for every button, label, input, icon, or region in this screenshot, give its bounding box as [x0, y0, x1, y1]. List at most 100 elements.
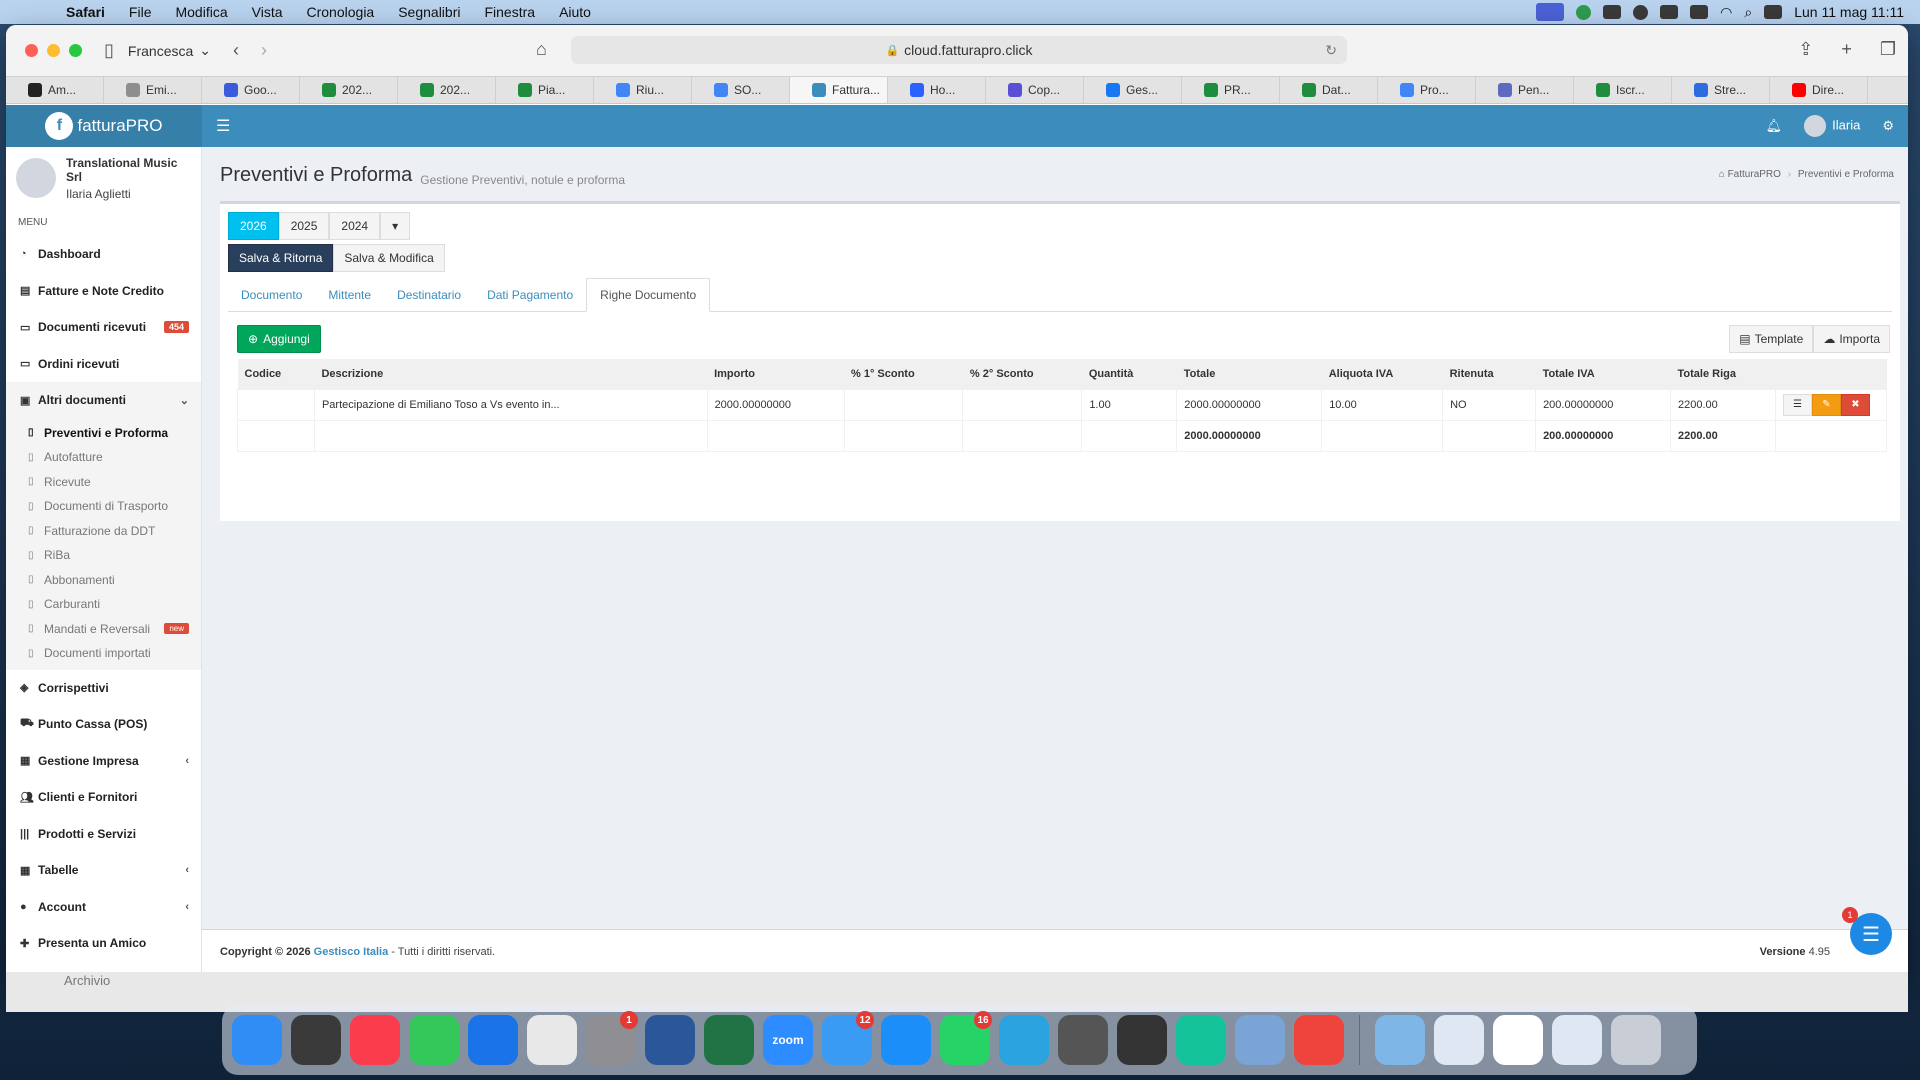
tab-mittente[interactable]: Mittente — [315, 278, 384, 311]
menu-vista[interactable]: Vista — [240, 4, 295, 20]
sidebar-item-presenta-un-amico[interactable]: ✚ Presenta un Amico — [6, 925, 201, 962]
gamepad-icon[interactable] — [1660, 5, 1679, 19]
message-icon[interactable] — [1603, 5, 1622, 19]
minimize-window-button[interactable] — [47, 44, 60, 57]
trash-icon[interactable] — [1611, 1015, 1661, 1065]
bell-icon[interactable]: 🔔︎ — [1766, 118, 1783, 134]
forward-button[interactable]: › — [261, 40, 267, 61]
browser-tab[interactable]: Ho... — [888, 77, 986, 103]
tab-overview-icon[interactable]: ❐ — [1880, 39, 1896, 60]
year-dropdown-button[interactable]: ▾ — [380, 212, 411, 240]
gears-icon[interactable]: ⚙ — [1882, 118, 1894, 134]
save-return-button[interactable]: Salva & Ritorna — [228, 244, 334, 272]
profile-selector[interactable]: Francesca ⌄ — [128, 42, 211, 59]
window2-icon[interactable] — [1493, 1015, 1543, 1065]
window1-icon[interactable] — [1434, 1015, 1484, 1065]
menu-cronologia[interactable]: Cronologia — [295, 4, 387, 20]
settings-icon[interactable]: 1 — [586, 1011, 638, 1065]
year-button-2024[interactable]: 2024 — [329, 212, 381, 240]
submenu-item[interactable]: ▯ RiBa — [6, 543, 201, 568]
browser-tab[interactable]: Dire... — [1770, 77, 1868, 103]
user-menu[interactable]: Ilaria — [1804, 115, 1860, 137]
sidebar-item-ordini-ricevuti[interactable]: ▭ Ordini ricevuti — [6, 346, 201, 383]
template-button[interactable]: ▤ Template — [1729, 325, 1814, 353]
menu-app-name[interactable]: Safari — [54, 4, 117, 20]
submenu-item[interactable]: ▯ Carburanti — [6, 592, 201, 617]
browser-tab[interactable]: Cop... — [986, 77, 1084, 103]
photobooth-icon[interactable] — [1117, 1015, 1167, 1065]
browser-tab[interactable]: 202... — [300, 77, 398, 103]
sidebar-item-account[interactable]: ● Account ‹ — [6, 889, 201, 926]
browser-tab[interactable]: Stre... — [1672, 77, 1770, 103]
submenu-item[interactable]: ▯ Documenti di Trasporto — [6, 494, 201, 519]
submenu-item[interactable]: ▯ Abbonamenti — [6, 568, 201, 593]
zoom-window-button[interactable] — [69, 44, 82, 57]
submenu-item[interactable]: ▯ Autofatture — [6, 445, 201, 470]
grammarly-icon[interactable] — [1176, 1015, 1226, 1065]
browser-tab[interactable]: SO... — [692, 77, 790, 103]
sidebar-item-punto-cassa-pos[interactable]: ⛟ Punto Cassa (POS) — [6, 706, 201, 743]
search-icon[interactable]: ⌕ — [1744, 4, 1752, 21]
browser-tab[interactable]: Iscr... — [1574, 77, 1672, 103]
browser-tab[interactable]: Goo... — [202, 77, 300, 103]
wifi-icon[interactable]: ◠ — [1720, 4, 1732, 21]
submenu-item[interactable]: ▯ Preventivi e Proforma — [6, 421, 201, 446]
menu-finestra[interactable]: Finestra — [472, 4, 547, 20]
preview-icon[interactable] — [1235, 1015, 1285, 1065]
browser-tab[interactable]: Pen... — [1476, 77, 1574, 103]
sidebar-item-clienti-e-fornitori[interactable]: 👥︎ Clienti e Fornitori — [6, 779, 201, 816]
browser-tab[interactable]: Dat... — [1280, 77, 1378, 103]
word-icon[interactable] — [645, 1015, 695, 1065]
save-edit-button[interactable]: Salva & Modifica — [333, 244, 445, 272]
browser-tab[interactable]: Am... — [6, 77, 104, 103]
back-button[interactable]: ‹ — [233, 40, 239, 61]
zoom-icon[interactable]: zoom — [763, 1015, 813, 1065]
messages-icon[interactable] — [409, 1015, 459, 1065]
submenu-item[interactable]: ▯ Ricevute — [6, 470, 201, 495]
breadcrumb-home[interactable]: FatturaPRO — [1728, 169, 1781, 180]
menu-segnalibri[interactable]: Segnalibri — [386, 4, 472, 20]
sidebar-item-gestione-impresa[interactable]: ▦ Gestione Impresa ‹ — [6, 743, 201, 780]
browser-tab[interactable]: Pia... — [496, 77, 594, 103]
browser-tab[interactable]: PR... — [1182, 77, 1280, 103]
folder-icon[interactable] — [1375, 1015, 1425, 1065]
tab-destinatario[interactable]: Destinatario — [384, 278, 474, 311]
menu-file[interactable]: File — [117, 4, 164, 20]
control-center-icon[interactable] — [1764, 5, 1783, 19]
browser-tab[interactable]: Riu... — [594, 77, 692, 103]
close-window-button[interactable] — [25, 44, 38, 57]
home-icon[interactable]: ⌂ — [536, 39, 547, 60]
year-button-2025[interactable]: 2025 — [278, 212, 330, 240]
address-bar[interactable]: 🔒 cloud.fatturapro.click ↻ — [571, 36, 1347, 64]
browser-tab[interactable]: Fattura... — [790, 77, 888, 103]
safari-icon[interactable] — [468, 1015, 518, 1065]
submenu-item[interactable]: ▯ Documenti importati — [6, 641, 201, 666]
sync-icon[interactable] — [1576, 4, 1592, 20]
chrome-icon[interactable] — [527, 1015, 577, 1065]
sidebar-item-documenti-ricevuti[interactable]: ▭ Documenti ricevuti 454 — [6, 309, 201, 346]
browser-tab[interactable]: Ges... — [1084, 77, 1182, 103]
music-icon[interactable] — [350, 1015, 400, 1065]
import-button[interactable]: ☁ Importa — [1813, 325, 1890, 353]
telegram-icon[interactable] — [999, 1015, 1049, 1065]
table-row[interactable]: Partecipazione di Emiliano Toso a Vs eve… — [237, 388, 1888, 421]
tab-documento[interactable]: Documento — [228, 278, 315, 311]
keychain-icon[interactable] — [291, 1015, 341, 1065]
screen-share-icon[interactable] — [1536, 3, 1565, 21]
company-link[interactable]: Gestisco Italia — [314, 946, 389, 958]
add-row-button[interactable]: ⊕ Aggiungi — [237, 325, 321, 353]
row-details-button[interactable]: ☰ — [1782, 393, 1812, 416]
menu-modifica[interactable]: Modifica — [163, 4, 239, 20]
year-button-2026[interactable]: 2026 — [228, 212, 279, 240]
menu-aiuto[interactable]: Aiuto — [547, 4, 603, 20]
sidebar-item-tabelle[interactable]: ▦ Tabelle ‹ — [6, 852, 201, 889]
browser-tab[interactable]: Pro... — [1378, 77, 1476, 103]
mail-icon[interactable]: 12 — [822, 1011, 874, 1065]
reload-icon[interactable]: ↻ — [1325, 42, 1337, 59]
printer-icon[interactable] — [1058, 1015, 1108, 1065]
appstore-icon[interactable] — [881, 1015, 931, 1065]
sidebar-item-prodotti-e-servizi[interactable]: ||| Prodotti e Servizi — [6, 816, 201, 853]
browser-tab[interactable]: Emi... — [104, 77, 202, 103]
sidebar-item-corrispettivi[interactable]: ◈ Corrispettivi — [6, 670, 201, 707]
share-icon[interactable]: ⇪ — [1798, 39, 1813, 60]
